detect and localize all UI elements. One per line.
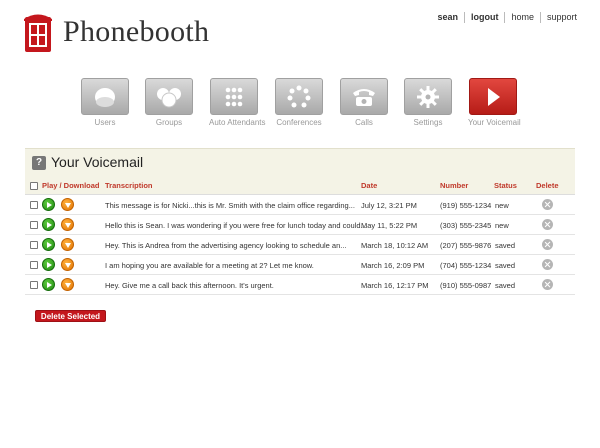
- nav-settings[interactable]: Settings: [403, 78, 453, 127]
- delete-icon[interactable]: [542, 279, 553, 290]
- number-cell: (910) 555-0987: [440, 281, 492, 290]
- col-status[interactable]: Status: [494, 181, 517, 190]
- nav-calls-tile[interactable]: [340, 78, 388, 115]
- status-cell: new: [495, 221, 509, 230]
- nav-groups-label: Groups: [155, 118, 183, 127]
- group-icon: [157, 87, 181, 107]
- col-play-download: Play / Download: [42, 181, 100, 190]
- table-header: Play / Download Transcription Date Numbe…: [25, 178, 575, 195]
- nav-conferences[interactable]: Conferences: [274, 78, 324, 127]
- table-row: Hey. This is Andrea from the advertising…: [25, 235, 575, 255]
- delete-icon[interactable]: [542, 199, 553, 210]
- table-row: I am hoping you are available for a meet…: [25, 255, 575, 275]
- gear-icon: [417, 85, 439, 108]
- play-icon[interactable]: [42, 278, 55, 291]
- col-date[interactable]: Date: [361, 181, 377, 190]
- nav-groups[interactable]: Groups: [144, 78, 194, 127]
- number-cell: (207) 555-9876: [440, 241, 492, 250]
- date-cell: May 11, 5:22 PM: [361, 221, 418, 230]
- nav-conferences-label: Conferences: [276, 118, 322, 127]
- play-icon[interactable]: [42, 238, 55, 251]
- nav-calls[interactable]: Calls: [339, 78, 389, 127]
- row-checkbox[interactable]: [30, 221, 38, 229]
- transcription-cell: Hello this is Sean. I was wondering if y…: [105, 221, 367, 230]
- number-cell: (704) 555-1234: [440, 261, 492, 270]
- status-cell: saved: [495, 261, 516, 270]
- date-cell: March 18, 10:12 AM: [361, 241, 429, 250]
- nav-your-voicemail[interactable]: Your Voicemail: [468, 78, 521, 127]
- logo[interactable]: Phonebooth: [22, 9, 212, 55]
- username-link[interactable]: sean: [431, 12, 464, 23]
- phone-icon: [353, 88, 375, 106]
- nav-calls-label: Calls: [355, 118, 373, 127]
- number-cell: (919) 555-1234: [440, 201, 492, 210]
- nav-users-tile[interactable]: [81, 78, 129, 115]
- nav-your-voicemail-label: Your Voicemail: [468, 118, 521, 127]
- play-icon[interactable]: [42, 258, 55, 271]
- nav-conferences-tile[interactable]: [275, 78, 323, 115]
- user-icon: [95, 87, 115, 107]
- nav-auto-attendants-label: Auto Attendants: [209, 118, 266, 127]
- date-cell: March 16, 12:17 PM: [361, 281, 429, 290]
- transcription-cell: This message is for Nicki...this is Mr. …: [105, 201, 355, 210]
- delete-selected-button[interactable]: Delete Selected: [35, 310, 106, 322]
- support-link[interactable]: support: [539, 12, 577, 23]
- nav-settings-tile[interactable]: [404, 78, 452, 115]
- delete-icon[interactable]: [542, 239, 553, 250]
- transcription-cell: I am hoping you are available for a meet…: [105, 261, 314, 270]
- download-icon[interactable]: [61, 198, 74, 211]
- transcription-cell: Hey. This is Andrea from the advertising…: [105, 241, 347, 250]
- row-checkbox[interactable]: [30, 261, 38, 269]
- phone-booth-icon: [24, 14, 52, 52]
- col-number[interactable]: Number: [440, 181, 468, 190]
- delete-icon[interactable]: [542, 219, 553, 230]
- main-nav: Users Groups Auto Attendants Conferences: [80, 78, 521, 128]
- top-nav: sean logout home support: [431, 12, 577, 23]
- play-icon: [488, 87, 500, 106]
- row-checkbox[interactable]: [30, 281, 38, 289]
- conference-icon: [287, 85, 311, 107]
- download-icon[interactable]: [61, 258, 74, 271]
- transcription-cell: Hey. Give me a call back this afternoon.…: [105, 281, 274, 290]
- download-icon[interactable]: [61, 218, 74, 231]
- date-cell: July 12, 3:21 PM: [361, 201, 417, 210]
- nav-auto-attendants-tile[interactable]: [210, 78, 258, 115]
- voicemail-panel-header: ? Your Voicemail: [25, 148, 575, 178]
- nav-settings-label: Settings: [413, 118, 443, 127]
- delete-icon[interactable]: [542, 259, 553, 270]
- col-delete: Delete: [536, 181, 559, 190]
- download-icon[interactable]: [61, 278, 74, 291]
- play-icon[interactable]: [42, 198, 55, 211]
- play-icon[interactable]: [42, 218, 55, 231]
- nav-users-label: Users: [94, 118, 116, 127]
- row-checkbox[interactable]: [30, 201, 38, 209]
- nav-users[interactable]: Users: [80, 78, 130, 127]
- status-cell: new: [495, 201, 509, 210]
- number-cell: (303) 555-2345: [440, 221, 492, 230]
- date-cell: March 16, 2:09 PM: [361, 261, 425, 270]
- nav-auto-attendants[interactable]: Auto Attendants: [209, 78, 266, 127]
- nav-groups-tile[interactable]: [145, 78, 193, 115]
- download-icon[interactable]: [61, 238, 74, 251]
- status-cell: saved: [495, 241, 516, 250]
- help-icon[interactable]: ?: [32, 156, 46, 170]
- brand-name: Phonebooth: [63, 15, 210, 48]
- select-all-checkbox[interactable]: [30, 182, 38, 190]
- table-row: Hello this is Sean. I was wondering if y…: [25, 215, 575, 235]
- table-row: This message is for Nicki...this is Mr. …: [25, 195, 575, 215]
- keypad-icon: [225, 87, 243, 106]
- logout-link[interactable]: logout: [463, 12, 505, 23]
- home-link[interactable]: home: [504, 12, 540, 23]
- table-row: Hey. Give me a call back this afternoon.…: [25, 275, 575, 295]
- col-transcription[interactable]: Transcription: [105, 181, 153, 190]
- row-checkbox[interactable]: [30, 241, 38, 249]
- status-cell: saved: [495, 281, 516, 290]
- page-title: Your Voicemail: [51, 154, 144, 170]
- nav-your-voicemail-tile[interactable]: [469, 78, 517, 115]
